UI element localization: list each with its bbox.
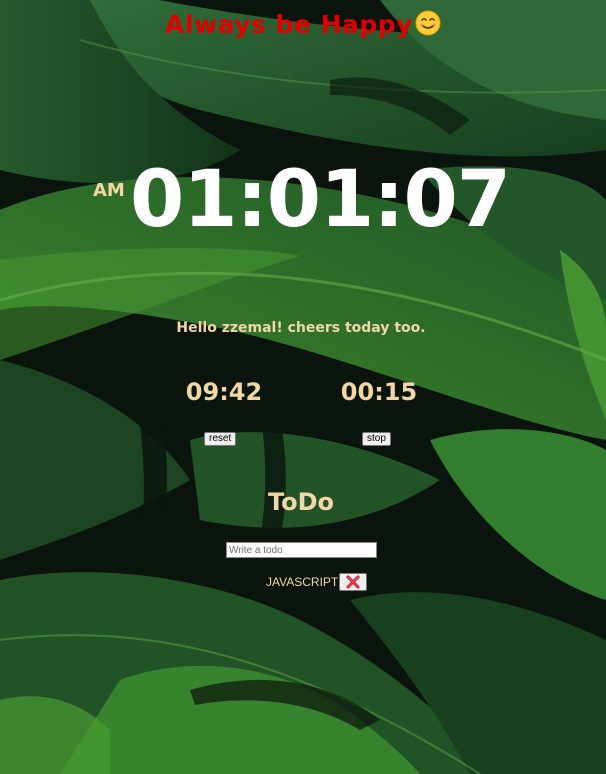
todo-input[interactable]: [226, 542, 377, 558]
reset-button[interactable]: reset: [204, 432, 237, 446]
todo-list-item: JAVASCRIPT: [266, 573, 368, 591]
delete-todo-button[interactable]: [339, 573, 368, 591]
timer-left-value: 09:42: [185, 378, 263, 406]
greeting-text: Hello zzemal! cheers today too.: [176, 320, 426, 336]
red-x-icon: [346, 575, 360, 589]
page-title-text: Always be Happy: [165, 10, 413, 39]
todo-item-text: JAVASCRIPT: [266, 575, 339, 589]
clock-period: AM: [93, 180, 125, 201]
leaf-background-image: [0, 0, 606, 774]
smiling-face-icon: [415, 10, 441, 36]
todo-title: ToDo: [267, 488, 335, 516]
clock-time: 01:01:07: [130, 155, 511, 245]
stop-button[interactable]: stop: [362, 432, 391, 446]
timer-right-value: 00:15: [340, 378, 418, 406]
page-title: Always be Happy: [0, 10, 606, 39]
